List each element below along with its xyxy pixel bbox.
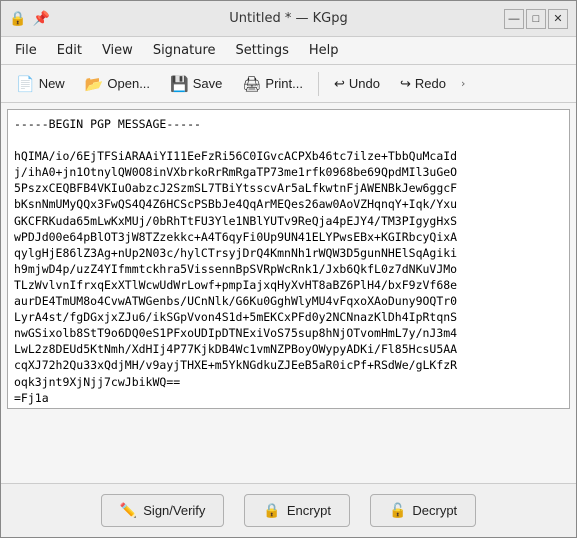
undo-label: Undo (349, 76, 380, 91)
close-button[interactable]: ✕ (548, 9, 568, 29)
sign-verify-label: Sign/Verify (143, 503, 205, 518)
decrypt-label: Decrypt (412, 503, 457, 518)
minimize-button[interactable]: — (504, 9, 524, 29)
pin-icon: 📌 (32, 11, 49, 27)
open-label: Open... (107, 76, 150, 91)
content-area (1, 103, 576, 483)
menubar: File Edit View Signature Settings Help (1, 37, 576, 65)
menu-file[interactable]: File (5, 39, 47, 62)
menu-view[interactable]: View (92, 39, 143, 62)
toolbar: 📄 New 📂 Open... 💾 Save 🖨 Print... ↩ Undo… (1, 65, 576, 103)
print-icon: 🖨 (242, 75, 261, 93)
new-label: New (39, 76, 65, 91)
encrypt-button[interactable]: 🔒 Encrypt (244, 494, 350, 527)
menu-settings[interactable]: Settings (226, 39, 299, 62)
main-window: 🔒 📌 Untitled * — KGpg — □ ✕ File Edit Vi… (0, 0, 577, 538)
sign-verify-button[interactable]: ✏️ Sign/Verify (101, 494, 225, 527)
decrypt-icon: 🔓 (389, 502, 406, 519)
toolbar-separator (318, 72, 319, 96)
window-title: Untitled * — KGpg (229, 11, 347, 26)
new-button[interactable]: 📄 New (7, 70, 74, 98)
redo-button[interactable]: ↪ Redo (391, 71, 455, 97)
menu-edit[interactable]: Edit (47, 39, 92, 62)
titlebar-left-icons: 🔒 📌 (9, 11, 50, 27)
titlebar: 🔒 📌 Untitled * — KGpg — □ ✕ (1, 1, 576, 37)
undo-icon: ↩ (334, 76, 345, 92)
open-icon: 📂 (85, 75, 104, 93)
save-button[interactable]: 💾 Save (161, 70, 231, 98)
sign-verify-icon: ✏️ (120, 502, 137, 519)
pgp-text-editor[interactable] (7, 109, 570, 409)
print-label: Print... (265, 76, 303, 91)
encrypt-label: Encrypt (287, 503, 331, 518)
open-button[interactable]: 📂 Open... (76, 70, 159, 98)
undo-button[interactable]: ↩ Undo (325, 71, 389, 97)
menu-signature[interactable]: Signature (143, 39, 226, 62)
maximize-button[interactable]: □ (526, 9, 546, 29)
redo-icon: ↪ (400, 76, 411, 92)
save-icon: 💾 (170, 75, 189, 93)
menu-help[interactable]: Help (299, 39, 349, 62)
redo-label: Redo (415, 76, 446, 91)
save-label: Save (193, 76, 223, 91)
new-icon: 📄 (16, 75, 35, 93)
decrypt-button[interactable]: 🔓 Decrypt (370, 494, 476, 527)
action-bar: ✏️ Sign/Verify 🔒 Encrypt 🔓 Decrypt (1, 483, 576, 537)
print-button[interactable]: 🖨 Print... (233, 70, 312, 98)
lock-icon: 🔒 (9, 11, 26, 27)
titlebar-buttons: — □ ✕ (504, 9, 568, 29)
encrypt-icon: 🔒 (263, 502, 280, 519)
toolbar-more-arrow[interactable]: › (457, 73, 469, 94)
